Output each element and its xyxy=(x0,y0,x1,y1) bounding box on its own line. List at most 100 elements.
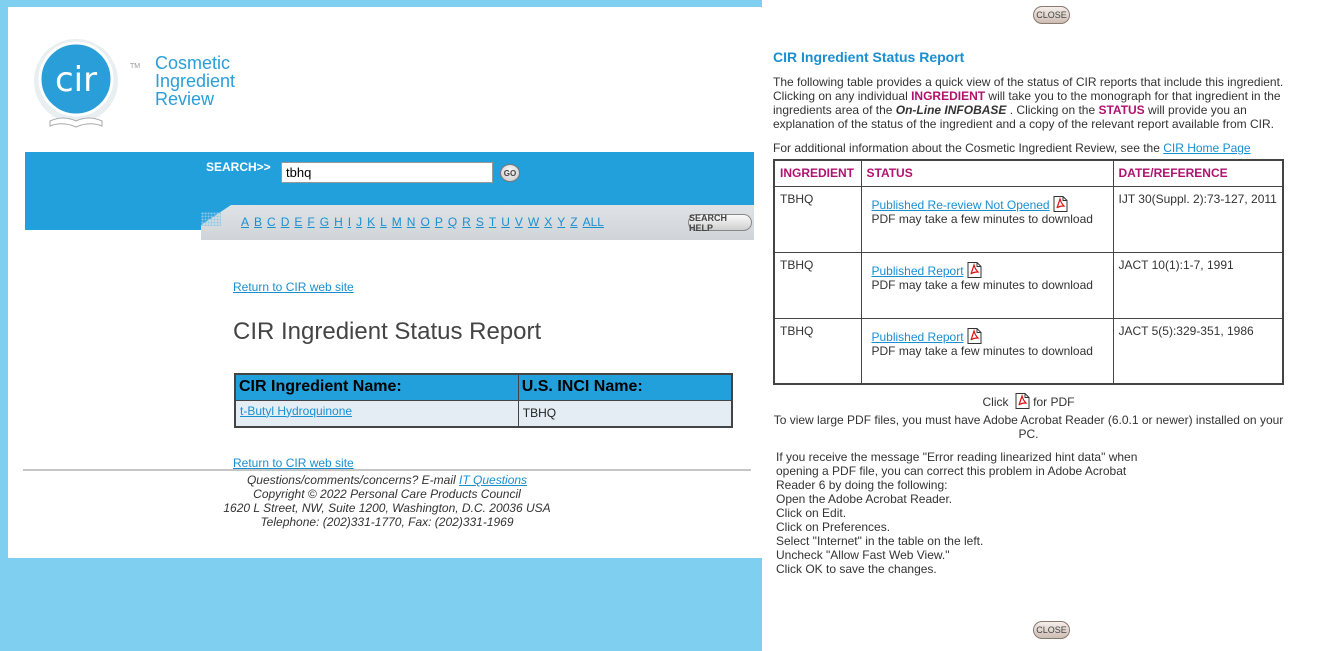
alphabet-nav: A B C D E F G H I J K L M N O P Q R S T U V W X Y Z ALL xyxy=(241,215,609,229)
pdf-legend-for-pdf: for PDF xyxy=(1029,395,1075,409)
pdf-note: Click for PDF To view large PDF files, y… xyxy=(773,393,1284,441)
footer-copyright: Copyright © 2022 Personal Care Products … xyxy=(253,487,521,501)
hint-line: Click OK to save the changes. xyxy=(776,562,937,576)
hint-line: Select "Internet" in the table on the le… xyxy=(776,534,984,548)
alphabet-link[interactable]: D xyxy=(281,215,290,229)
pdf-icon[interactable] xyxy=(967,327,982,344)
alphabet-link[interactable]: Z xyxy=(570,215,577,229)
alphabet-link[interactable]: X xyxy=(544,215,552,229)
return-to-cir-link[interactable]: Return to CIR web site xyxy=(233,280,354,294)
alphabet-link[interactable]: A xyxy=(241,215,249,229)
main-page: cir TM Cosmetic Ingredient Review SEARCH… xyxy=(8,7,763,558)
alphabet-link[interactable]: L xyxy=(380,215,387,229)
header-cir-ingredient-name: CIR Ingredient Name: xyxy=(234,373,519,401)
status-link[interactable]: Published Re-review Not Opened xyxy=(872,198,1050,212)
alphabet-link[interactable]: ALL xyxy=(583,215,604,229)
pdf-legend-line: Click for PDF xyxy=(773,393,1284,409)
row-status-cell: Published Report PDF may take a few minu… xyxy=(860,251,1114,319)
logo-line-1: Cosmetic xyxy=(155,53,231,73)
alphabet-link[interactable]: U xyxy=(501,215,510,229)
alphabet-link[interactable]: G xyxy=(320,215,329,229)
row-status-cell: Published Report PDF may take a few minu… xyxy=(860,317,1114,385)
row-ingredient: TBHQ xyxy=(773,317,862,385)
cir-logo-icon: cir xyxy=(34,39,118,128)
alphabet-link[interactable]: J xyxy=(356,215,362,229)
hint-line: Click on Preferences. xyxy=(776,520,891,534)
footer: Questions/comments/concerns? E-mail IT Q… xyxy=(23,473,751,529)
page-title: CIR Ingredient Status Report xyxy=(233,318,542,345)
close-button-bottom[interactable]: CLOSE xyxy=(1033,621,1070,639)
alphabet-link[interactable]: S xyxy=(476,215,484,229)
logo-mark: cir xyxy=(55,60,97,100)
cir-logo[interactable]: cir TM Cosmetic Ingredient Review xyxy=(32,35,235,135)
it-questions-link[interactable]: IT Questions xyxy=(459,473,527,487)
report-status-table: INGREDIENT STATUS DATE/REFERENCE TBHQ Pu… xyxy=(773,159,1284,385)
alphabet-link[interactable]: Y xyxy=(557,215,565,229)
intro-infobase: On-Line INFOBASE xyxy=(895,103,1007,117)
logo-line-2: Ingredient xyxy=(155,71,236,91)
pdf-icon[interactable] xyxy=(1053,195,1068,212)
alphabet-link[interactable]: Q xyxy=(448,215,457,229)
search-input[interactable] xyxy=(281,162,493,183)
ingredient-name-cell: t-Butyl Hydroquinone xyxy=(234,399,519,428)
logo-line-3: Review xyxy=(155,89,215,109)
pdf-legend-click: Click xyxy=(982,395,1009,409)
alphabet-link[interactable]: T xyxy=(489,215,496,229)
pdf-icon[interactable] xyxy=(967,261,982,278)
intro-keyword-status: STATUS xyxy=(1098,103,1145,117)
header-date-reference: DATE/REFERENCE xyxy=(1112,159,1284,187)
alphabet-link[interactable]: N xyxy=(407,215,416,229)
row-reference: JACT 5(5):329-351, 1986 xyxy=(1112,317,1284,385)
row-ingredient: TBHQ xyxy=(773,251,862,319)
logo-wordmark: Cosmetic Ingredient Review xyxy=(155,54,235,108)
ingredient-name-link[interactable]: t-Butyl Hydroquinone xyxy=(240,404,352,418)
intro-paragraph: The following table provides a quick vie… xyxy=(773,75,1288,131)
footer-divider xyxy=(23,469,751,471)
row-reference: IJT 30(Suppl. 2):73-127, 2011 xyxy=(1112,185,1284,253)
additional-info: For additional information about the Cos… xyxy=(773,141,1293,155)
hint-line: If you receive the message "Error readin… xyxy=(776,450,1138,492)
go-button[interactable]: GO xyxy=(500,164,520,182)
return-to-cir-link-bottom[interactable]: Return to CIR web site xyxy=(233,456,354,470)
search-help-button[interactable]: SEARCH HELP xyxy=(688,213,752,233)
table-row: TBHQ Published Report PDF may take a few… xyxy=(773,317,1284,385)
row-status-cell: Published Re-review Not Opened PDF may t… xyxy=(860,185,1114,253)
pdf-hint-instructions: If you receive the message "Error readin… xyxy=(776,450,1146,576)
header-status: STATUS xyxy=(860,159,1114,187)
acrobat-requirement: To view large PDF files, you must have A… xyxy=(773,413,1284,441)
table-row: TBHQ Published Re-review Not Opened PDF … xyxy=(773,185,1284,253)
hint-line: Open the Adobe Acrobat Reader. xyxy=(776,492,953,506)
table-row: t-Butyl Hydroquinone TBHQ xyxy=(234,399,733,428)
alphabet-link[interactable]: W xyxy=(528,215,539,229)
alphabet-link[interactable]: E xyxy=(294,215,302,229)
alphabet-link[interactable]: F xyxy=(307,215,314,229)
cir-home-page-link[interactable]: CIR Home Page xyxy=(1163,141,1250,155)
alphabet-link[interactable]: C xyxy=(267,215,276,229)
alphabet-link[interactable]: H xyxy=(334,215,343,229)
alphabet-link[interactable]: B xyxy=(254,215,262,229)
row-reference: JACT 10(1):1-7, 1991 xyxy=(1112,251,1284,319)
search-label: SEARCH>> xyxy=(206,160,271,174)
alphabet-link[interactable]: I xyxy=(348,215,351,229)
additional-info-text: For additional information about the Cos… xyxy=(773,141,1164,155)
alphabet-link[interactable]: P xyxy=(435,215,443,229)
table-header-row: CIR Ingredient Name: U.S. INCI Name: xyxy=(234,373,733,401)
hint-line: Uncheck "Allow Fast Web View." xyxy=(776,548,950,562)
row-ingredient: TBHQ xyxy=(773,185,862,253)
alphabet-link[interactable]: M xyxy=(392,215,402,229)
footer-address: 1620 L Street, NW, Suite 1200, Washingto… xyxy=(223,501,551,515)
status-link[interactable]: Published Report xyxy=(872,330,964,344)
download-note: PDF may take a few minutes to download xyxy=(871,211,1093,226)
alphabet-link[interactable]: K xyxy=(367,215,375,229)
alphabet-link[interactable]: O xyxy=(420,215,429,229)
status-link[interactable]: Published Report xyxy=(872,264,964,278)
trademark-mark: TM xyxy=(130,63,141,70)
footer-contact-line: Questions/comments/concerns? E-mail IT Q… xyxy=(23,473,751,487)
close-button-top[interactable]: CLOSE xyxy=(1033,6,1070,24)
alphabet-link[interactable]: V xyxy=(515,215,523,229)
inci-name-cell: TBHQ xyxy=(517,399,733,428)
alphabet-link[interactable]: R xyxy=(462,215,471,229)
intro-text-3: . Clicking on the xyxy=(1006,103,1099,117)
panel-title: CIR Ingredient Status Report xyxy=(773,49,965,65)
footer-contact-text: Questions/comments/concerns? E-mail xyxy=(246,473,460,487)
